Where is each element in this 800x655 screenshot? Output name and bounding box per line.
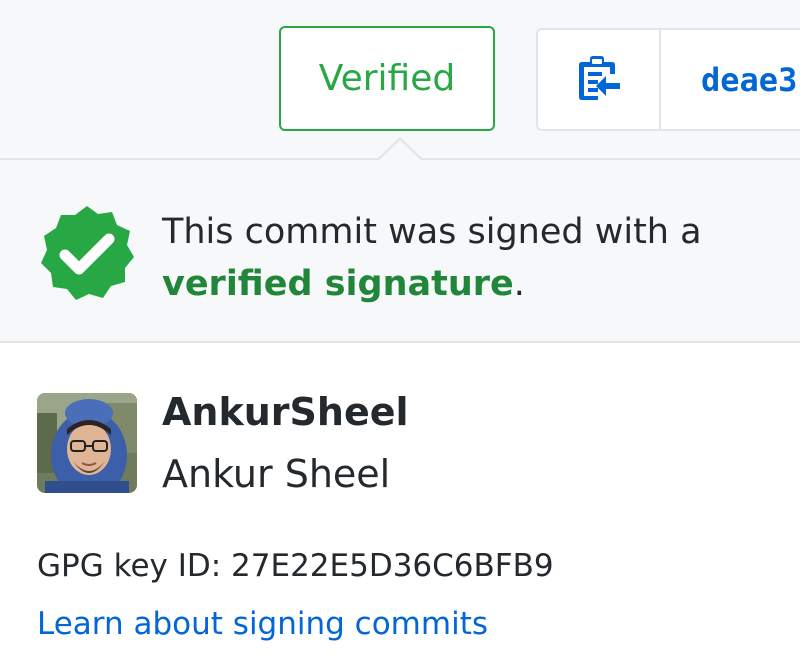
verified-badge-button[interactable]: Verified — [279, 26, 495, 131]
signature-message-prefix: This commit was signed with a — [162, 212, 702, 252]
commit-sha-link[interactable]: deae3 — [661, 30, 800, 129]
verified-signature-link[interactable]: verified signature — [162, 264, 514, 304]
user-full-name: Ankur Sheel — [162, 452, 391, 496]
signature-popover: This commit was signed with a verified s… — [0, 158, 800, 655]
commit-toolbar: Verified deae3 — [0, 0, 800, 160]
commit-sha-text: deae3 — [701, 60, 798, 99]
gpg-key-info: GPG key ID: 27E22E5D36C6BFB9 — [37, 548, 554, 584]
copy-sha-button[interactable] — [538, 30, 661, 129]
signature-message: This commit was signed with a verified s… — [162, 206, 782, 310]
clipboard-copy-icon — [576, 54, 622, 106]
verified-check-badge-icon — [37, 203, 137, 303]
commit-sha-button-group: deae3 — [536, 28, 800, 131]
user-avatar[interactable] — [37, 393, 137, 493]
signature-message-suffix: . — [513, 264, 525, 304]
commit-signature-view: Verified deae3 This commit was signed wi… — [0, 0, 800, 655]
popover-caret-fill — [378, 140, 422, 161]
gpg-key-id: 27E22E5D36C6BFB9 — [231, 548, 554, 584]
signature-popover-header: This commit was signed with a verified s… — [0, 160, 800, 343]
learn-signing-commits-link[interactable]: Learn about signing commits — [37, 606, 488, 642]
gpg-key-label: GPG key ID: — [37, 548, 222, 584]
verified-badge-label: Verified — [318, 58, 456, 99]
user-login[interactable]: AnkurSheel — [162, 390, 409, 434]
